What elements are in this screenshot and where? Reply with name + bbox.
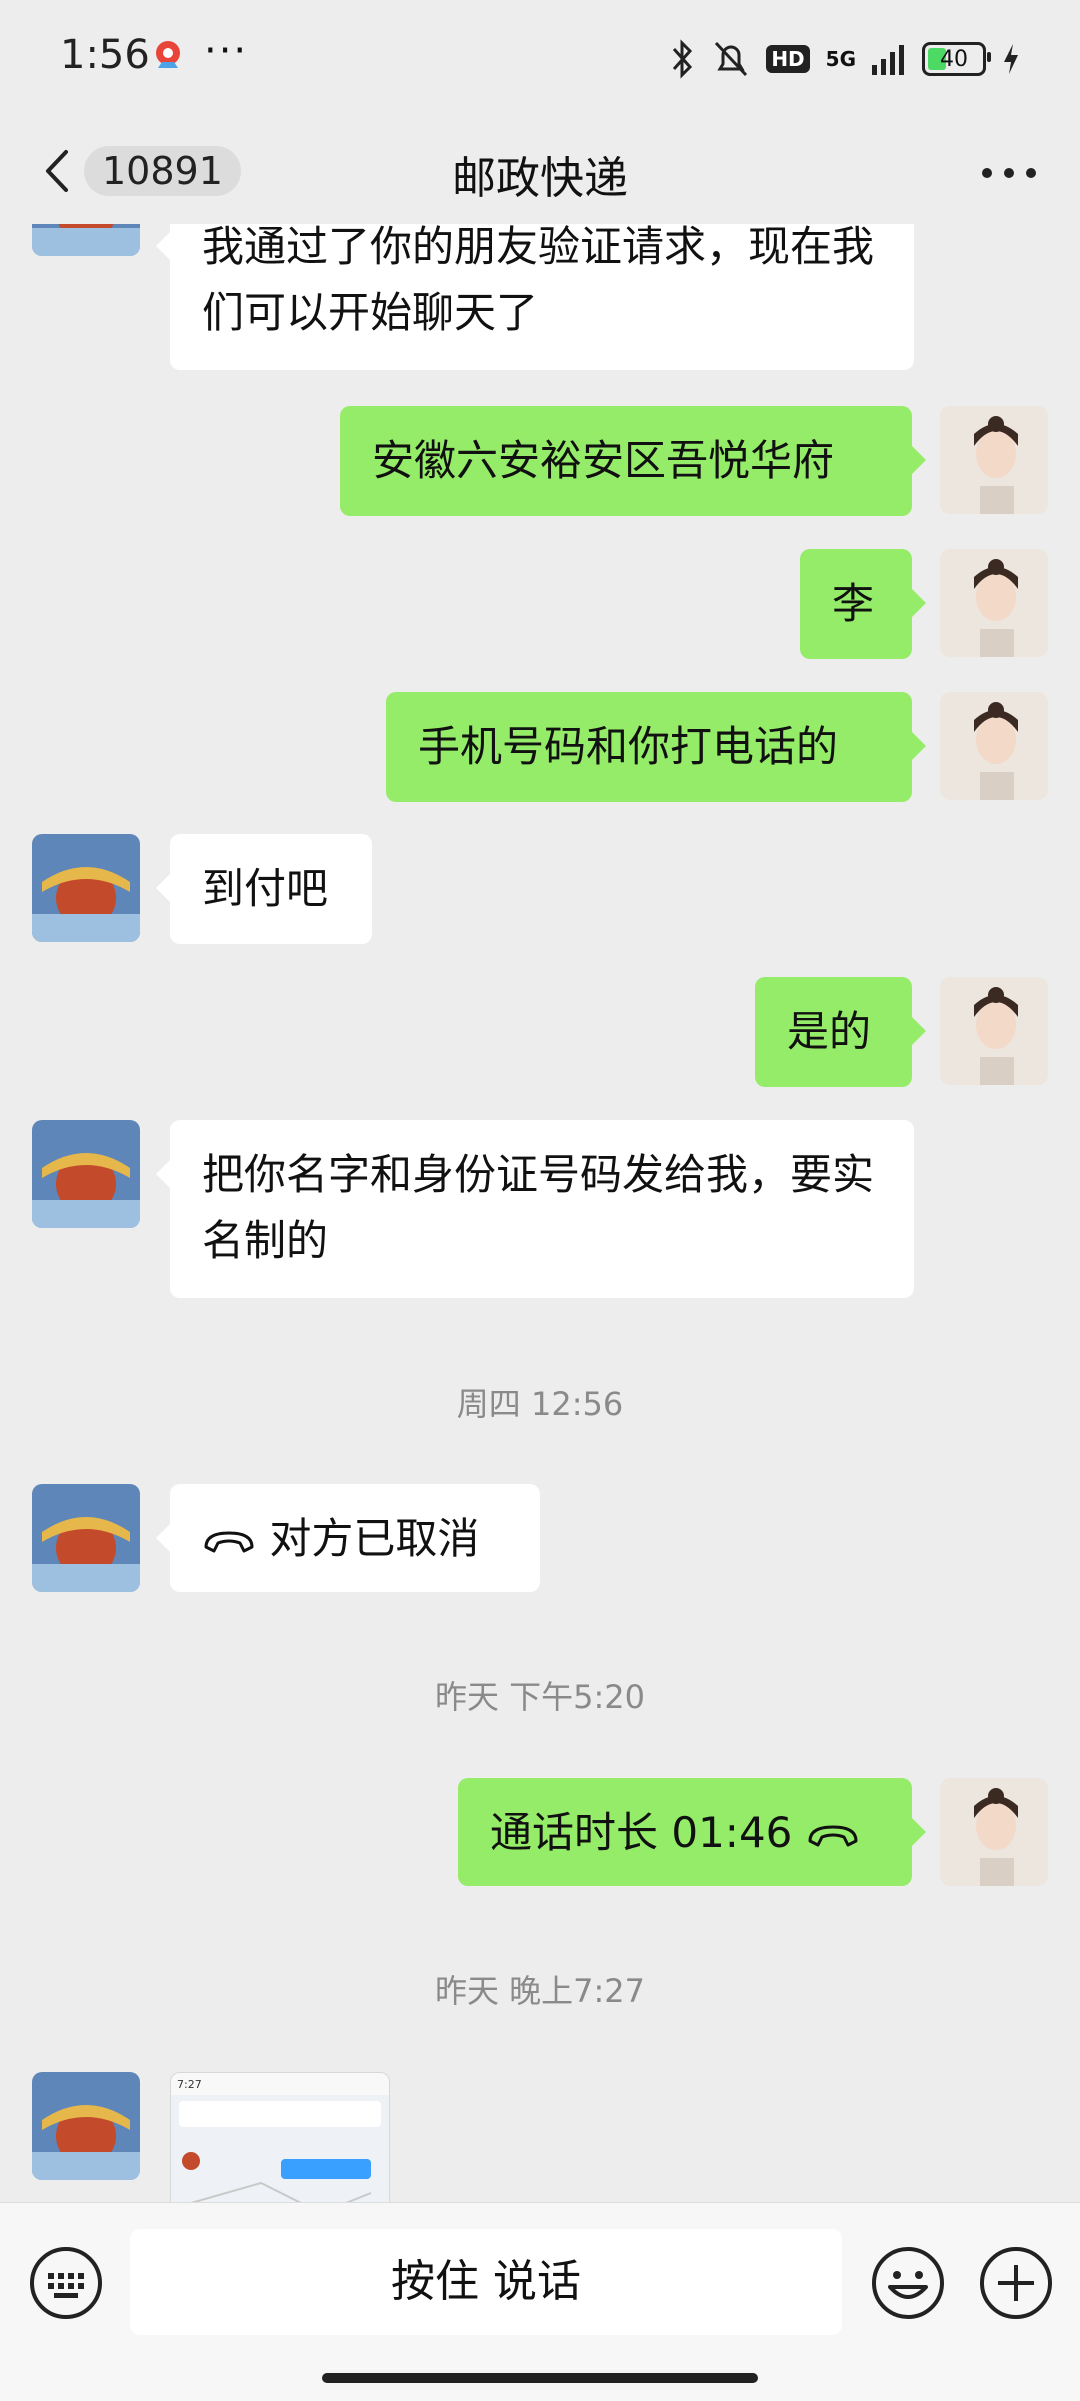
more-options-icon[interactable]	[974, 148, 1044, 198]
network-type: 5G	[825, 47, 856, 71]
call-record-received[interactable]: 对方已取消	[156, 1484, 540, 1592]
contact-avatar[interactable]	[32, 224, 140, 256]
message-bubble-received[interactable]: 我通过了你的朋友验证请求，现在我们可以开始聊天了	[156, 224, 914, 370]
thumb-time: 7:27	[177, 2078, 202, 2091]
my-avatar[interactable]	[940, 1778, 1048, 1886]
home-indicator[interactable]	[322, 2373, 758, 2383]
mute-bell-icon	[715, 41, 748, 77]
signal-icon	[872, 45, 904, 75]
message-bubble-sent[interactable]: 李	[800, 549, 926, 659]
image-message-thumbnail[interactable]: 7:27	[170, 2072, 390, 2202]
chat-input-bar: 按住 说话	[0, 2202, 1080, 2401]
time-divider: 昨天 晚上7:27	[434, 1972, 646, 2010]
map-app-icon	[156, 41, 180, 68]
call-status-text: 对方已取消	[269, 1514, 480, 1563]
status-bar: 1:56 ··· HD 5G 40	[0, 0, 1080, 118]
message-bubble-sent[interactable]: 手机号码和你打电话的	[386, 692, 926, 802]
battery-level: 40	[940, 46, 968, 72]
back-arrow-icon[interactable]	[40, 146, 74, 196]
map-screenshot-image: 7:27	[171, 2073, 389, 2202]
status-time: 1:56	[60, 32, 150, 78]
bluetooth-icon	[673, 39, 693, 79]
my-avatar[interactable]	[940, 977, 1048, 1085]
chat-header: 10891 邮政快递	[0, 118, 1080, 224]
keyboard-icon[interactable]	[28, 2245, 104, 2321]
my-avatar[interactable]	[940, 692, 1048, 800]
chat-message-list[interactable]: 我通过了你的朋友验证请求，现在我们可以开始聊天了 安徽六安裕安区吾悦华府 李 手…	[0, 224, 1080, 2202]
phone-hangup-icon	[808, 1825, 858, 1846]
phone-hangup-icon	[204, 1531, 254, 1552]
message-bubble-received[interactable]: 把你名字和身份证号码发给我，要实名制的	[156, 1120, 914, 1298]
plus-icon[interactable]	[978, 2245, 1054, 2321]
status-more-dots: ···	[204, 28, 249, 74]
message-bubble-sent[interactable]: 是的	[755, 977, 926, 1087]
message-bubble-sent[interactable]: 安徽六安裕安区吾悦华府	[340, 406, 926, 516]
hd-icon: HD	[766, 45, 810, 73]
time-divider: 昨天 下午5:20	[434, 1678, 646, 1716]
contact-avatar[interactable]	[32, 2072, 140, 2180]
hold-to-talk-button[interactable]: 按住 说话	[130, 2229, 842, 2335]
call-record-sent[interactable]: 通话时长 01:46	[458, 1778, 926, 1886]
contact-avatar[interactable]	[32, 834, 140, 942]
my-avatar[interactable]	[940, 549, 1048, 657]
contact-avatar[interactable]	[32, 1120, 140, 1228]
call-duration-text: 通话时长 01:46	[490, 1808, 793, 1857]
battery-icon: 40	[922, 42, 991, 76]
contact-avatar[interactable]	[32, 1484, 140, 1592]
time-divider: 周四 12:56	[456, 1385, 624, 1423]
my-avatar[interactable]	[940, 406, 1048, 514]
status-icons: HD 5G 40	[670, 34, 1020, 84]
message-bubble-received[interactable]: 到付吧	[156, 834, 372, 944]
charging-icon	[1004, 44, 1018, 74]
emoji-icon[interactable]	[870, 2245, 946, 2321]
unread-count-badge[interactable]: 10891	[84, 146, 241, 196]
